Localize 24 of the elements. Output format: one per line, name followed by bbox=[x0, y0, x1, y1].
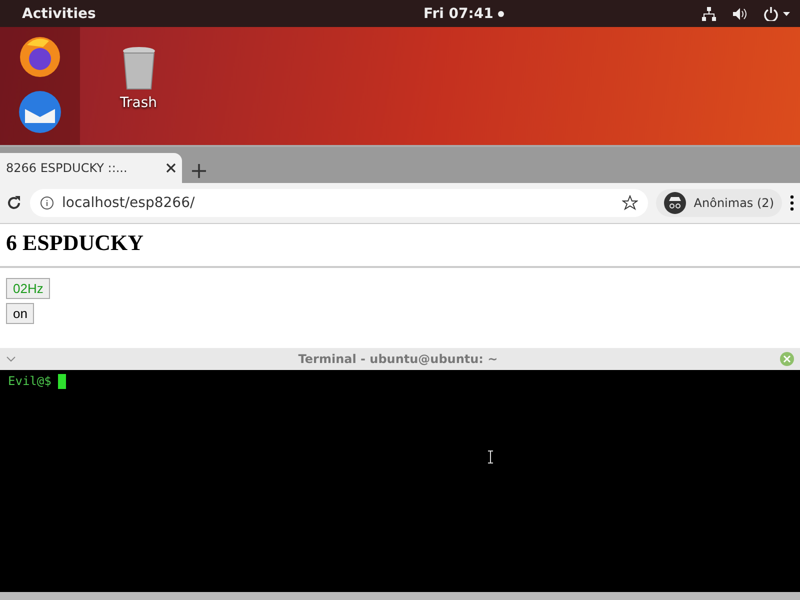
info-icon bbox=[40, 196, 54, 210]
address-bar[interactable]: localhost/esp8266/ bbox=[30, 189, 648, 217]
volume-icon[interactable] bbox=[732, 6, 748, 20]
profile-button[interactable]: Anônimas (2) bbox=[656, 189, 782, 217]
bookmark-star-icon[interactable] bbox=[622, 195, 638, 211]
new-tab-button[interactable] bbox=[192, 164, 206, 178]
i-beam-pointer-icon bbox=[487, 450, 494, 464]
text-cursor bbox=[58, 374, 66, 389]
reload-icon[interactable] bbox=[6, 195, 22, 211]
page-heading: 6 ESPDUCKY bbox=[6, 230, 145, 256]
chevron-down-icon[interactable] bbox=[6, 356, 16, 362]
power-icon[interactable] bbox=[764, 6, 790, 20]
terminal-prompt: Evil@$ bbox=[8, 374, 52, 388]
menu-icon[interactable] bbox=[790, 195, 794, 211]
notification-dot-icon bbox=[498, 10, 504, 16]
page-button[interactable]: on bbox=[6, 303, 34, 324]
browser-tab[interactable]: 8266 ESPDUCKY ::... bbox=[0, 153, 182, 183]
window-title: Terminal - ubuntu@ubuntu: ~ bbox=[298, 352, 498, 366]
activities-button[interactable]: Activities bbox=[22, 6, 96, 22]
close-icon[interactable] bbox=[166, 163, 176, 173]
clock[interactable]: Fri 07:41 bbox=[424, 6, 494, 22]
mail-bird-icon[interactable] bbox=[17, 89, 63, 135]
network-icon[interactable] bbox=[702, 6, 716, 20]
incognito-icon bbox=[664, 192, 686, 214]
